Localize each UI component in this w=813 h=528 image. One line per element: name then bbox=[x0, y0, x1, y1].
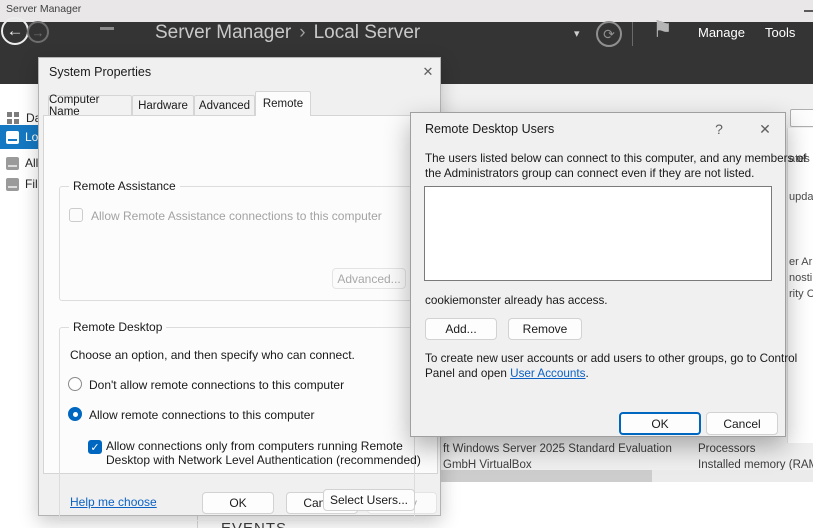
refresh-button[interactable]: ⟳ bbox=[596, 21, 622, 47]
sidebar-item-label: File bbox=[25, 177, 38, 191]
bg-text-fragment: er Ar bbox=[789, 256, 812, 268]
properties-panel-fragment bbox=[787, 128, 813, 443]
user-accounts-link[interactable]: User Accounts bbox=[510, 367, 585, 380]
add-button[interactable]: Add... bbox=[425, 318, 497, 340]
nla-label-line2: Desktop with Network Level Authenticatio… bbox=[106, 453, 421, 467]
back-arrow-icon: ← bbox=[7, 21, 24, 41]
radio-allow-label: Allow remote connections to this compute… bbox=[89, 408, 314, 422]
sidebar-item-local-server[interactable]: Loc bbox=[0, 125, 38, 149]
tab-hardware[interactable]: Hardware bbox=[132, 95, 194, 116]
rdu-status-text: cookiemonster already has access. bbox=[425, 293, 608, 308]
local-server-icon bbox=[6, 131, 19, 144]
remove-button[interactable]: Remove bbox=[508, 318, 582, 340]
forward-arrow-icon: → bbox=[32, 25, 45, 40]
rdu-note-line1: To create new user accounts or add users… bbox=[425, 351, 797, 366]
rdu-note-prefix: Panel and open bbox=[425, 367, 510, 380]
users-listbox[interactable] bbox=[424, 186, 772, 281]
notifications-flag-icon[interactable]: ⚑ bbox=[652, 17, 673, 43]
sidebar-item-file-storage[interactable]: File bbox=[0, 172, 38, 196]
remote-assistance-checkbox[interactable] bbox=[69, 208, 83, 222]
dashboard-grid-icon bbox=[7, 112, 19, 124]
chevron-down-icon[interactable]: ▾ bbox=[574, 27, 580, 40]
help-me-choose-link[interactable]: Help me choose bbox=[70, 495, 157, 509]
header-dash-icon bbox=[100, 27, 114, 30]
check-icon: ✓ bbox=[90, 441, 99, 454]
menu-manage[interactable]: Manage bbox=[698, 25, 745, 40]
sidebar-item-label: All bbox=[25, 156, 38, 170]
ok-button[interactable]: OK bbox=[619, 412, 701, 435]
sidebar-item-label: Das bbox=[26, 111, 38, 125]
group-legend: Remote Desktop bbox=[69, 320, 166, 334]
header-divider bbox=[632, 22, 633, 46]
file-storage-icon bbox=[6, 178, 19, 191]
back-button[interactable]: ← bbox=[1, 17, 29, 45]
bg-text-fragment: rity C bbox=[789, 288, 813, 300]
bg-text-fragment: nosti bbox=[789, 272, 812, 284]
select-users-button[interactable]: Select Users... bbox=[323, 489, 415, 511]
group-legend: Remote Assistance bbox=[69, 179, 180, 193]
help-icon[interactable]: ? bbox=[709, 119, 729, 139]
radio-allow[interactable] bbox=[68, 407, 82, 421]
dialog-title: Remote Desktop Users bbox=[425, 122, 554, 136]
menu-tools[interactable]: Tools bbox=[765, 25, 795, 40]
rdu-intro-line1: The users listed below can connect to th… bbox=[425, 151, 806, 166]
breadcrumb-root[interactable]: Server Manager bbox=[155, 22, 291, 43]
window-title: Server Manager bbox=[6, 3, 81, 15]
system-properties-dialog: System Properties ✕ Computer Name Hardwa… bbox=[38, 57, 441, 516]
remote-desktop-intro: Choose an option, and then specify who c… bbox=[70, 348, 355, 362]
server-manager-window: Server Manager ← → Server Manager › Local … bbox=[0, 0, 813, 528]
cancel-button[interactable]: Cancel bbox=[706, 412, 778, 435]
remote-desktop-users-dialog: Remote Desktop Users ? ✕ The users liste… bbox=[410, 112, 786, 437]
nla-label-line1: Allow connections only from computers ru… bbox=[106, 439, 403, 453]
sidebar: Das Loc All File bbox=[0, 84, 38, 528]
tab-remote[interactable]: Remote bbox=[255, 91, 311, 116]
nla-checkbox[interactable]: ✓ bbox=[88, 440, 102, 454]
refresh-icon: ⟳ bbox=[603, 26, 615, 43]
sidebar-item-label: Loc bbox=[25, 130, 38, 144]
rdu-intro-line2: the Administrators group can connect eve… bbox=[425, 166, 754, 181]
breadcrumb-separator: › bbox=[299, 22, 305, 43]
bg-os-name: ft Windows Server 2025 Standard Evaluati… bbox=[443, 443, 672, 455]
remote-assistance-checkbox-label: Allow Remote Assistance connections to t… bbox=[91, 209, 382, 223]
bg-processors-label: Processors bbox=[698, 443, 756, 455]
radio-dont-allow[interactable] bbox=[68, 377, 82, 391]
tab-advanced[interactable]: Advanced bbox=[194, 95, 255, 116]
dialog-title: System Properties bbox=[49, 65, 151, 79]
events-heading: EVENTS bbox=[221, 520, 287, 528]
window-titlebar: Server Manager bbox=[0, 0, 813, 22]
rdu-note-suffix: . bbox=[586, 367, 589, 380]
breadcrumb-page: Local Server bbox=[314, 22, 421, 43]
radio-dont-allow-label: Don't allow remote connections to this c… bbox=[89, 378, 344, 392]
close-icon[interactable]: ✕ bbox=[755, 119, 775, 139]
bg-text-fragment: upda bbox=[789, 191, 813, 203]
forward-button[interactable]: → bbox=[27, 21, 49, 43]
all-servers-icon bbox=[6, 157, 19, 170]
breadcrumb: Server Manager › Local Server bbox=[155, 22, 420, 44]
minimize-icon[interactable] bbox=[804, 10, 813, 12]
close-icon[interactable]: ✕ bbox=[418, 62, 438, 82]
advanced-button[interactable]: Advanced... bbox=[332, 268, 406, 289]
tab-computer-name[interactable]: Computer Name bbox=[48, 95, 132, 116]
remote-tab-page: Remote Assistance Allow Remote Assistanc… bbox=[43, 115, 438, 474]
tasks-button-fragment[interactable] bbox=[790, 109, 813, 127]
rdu-note-line2: Panel and open User Accounts. bbox=[425, 366, 589, 381]
